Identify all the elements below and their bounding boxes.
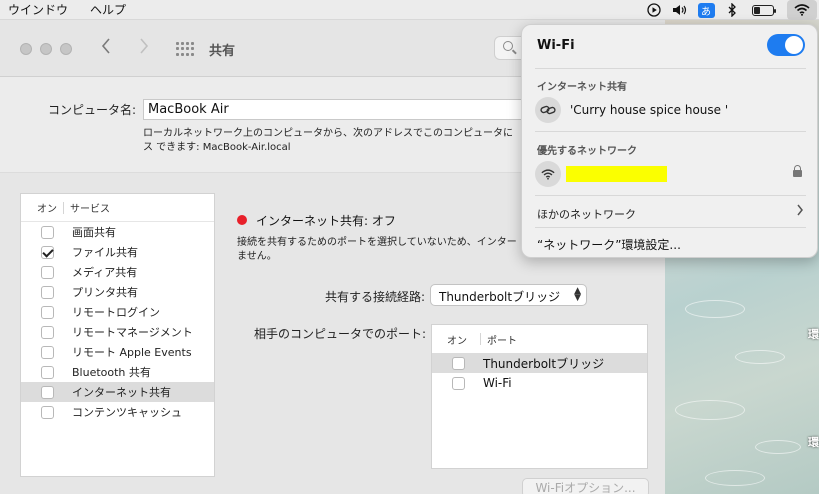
menu-bar: ウインドウ ヘルプ あ <box>0 0 819 20</box>
checkbox[interactable] <box>41 245 54 259</box>
window-title: 共有 <box>209 44 236 59</box>
chevron-left-icon <box>101 38 110 54</box>
ports-list-header: オン ポート <box>432 325 647 353</box>
battery-gauge <box>752 4 776 16</box>
service-status-description: 接続を共有するためのポートを選択していないため、インター ません。 <box>237 237 517 262</box>
show-all-grid-icon[interactable] <box>176 42 194 56</box>
forward-button[interactable] <box>139 36 149 60</box>
wifi-toggle[interactable] <box>767 34 805 56</box>
wifi-icon[interactable] <box>787 0 817 20</box>
hotspot-network-item[interactable]: 'Curry house spice house ' <box>570 103 728 117</box>
port-label: Thunderboltブリッジ <box>483 356 605 371</box>
network-preferences-item[interactable]: “ネットワーク”環境設定... <box>537 236 681 253</box>
wifi-menu-title: Wi-Fi <box>537 38 575 53</box>
menu-window[interactable]: ウインドウ <box>8 1 68 18</box>
chevron-right-icon <box>796 204 804 220</box>
share-from-value: Thunderboltブリッジ <box>439 290 561 304</box>
search-icon <box>503 41 513 51</box>
input-method-icon[interactable]: あ <box>693 0 719 20</box>
wifi-signal-icon <box>535 161 561 187</box>
chevron-right-icon <box>140 38 149 54</box>
service-label: リモート Apple Events <box>72 346 192 359</box>
checkbox[interactable] <box>452 356 465 370</box>
checkbox[interactable] <box>41 365 54 379</box>
battery-fill <box>754 6 761 14</box>
service-row[interactable]: ファイル共有 <box>21 242 214 262</box>
service-label: リモートマネージメント <box>72 326 193 339</box>
checkbox[interactable] <box>452 376 465 390</box>
service-row[interactable]: プリンタ共有 <box>21 282 214 302</box>
redacted-network-name[interactable] <box>566 166 667 182</box>
checkbox[interactable] <box>41 285 54 299</box>
divider <box>535 195 806 196</box>
port-label: Wi-Fi <box>483 376 512 390</box>
service-row[interactable]: リモートマネージメント <box>21 322 214 342</box>
other-networks-item[interactable]: ほかのネットワーク <box>537 206 636 222</box>
divider <box>535 131 806 132</box>
back-button[interactable] <box>101 36 111 60</box>
service-label: Bluetooth 共有 <box>72 366 151 379</box>
lock-icon <box>793 165 802 177</box>
toggle-knob <box>785 36 803 54</box>
service-row[interactable]: リモート Apple Events <box>21 342 214 362</box>
checkbox[interactable] <box>41 325 54 339</box>
computer-name-input[interactable] <box>143 99 523 120</box>
column-header-on: オン <box>37 204 57 215</box>
column-header-on: オン <box>447 335 467 347</box>
port-row[interactable]: Thunderboltブリッジ <box>432 353 647 373</box>
services-list[interactable]: オン サービス 画面共有ファイル共有 メディア共有 プリンタ共有リモートログインリモ… <box>20 193 215 477</box>
preferred-networks-label: 優先するネットワーク <box>537 146 637 157</box>
service-label: プリンタ共有 <box>72 286 138 299</box>
desktop-item-label[interactable]: 環 <box>808 434 819 450</box>
checkbox[interactable] <box>41 405 54 419</box>
service-label: リモートログイン <box>72 306 160 319</box>
service-row[interactable]: リモートログイン <box>21 302 214 322</box>
ports-label: 相手のコンピュータでのポート: <box>254 327 427 341</box>
service-label: ファイル共有 <box>72 246 138 259</box>
service-row[interactable]: 画面共有 <box>21 222 214 242</box>
checkbox[interactable] <box>41 305 54 319</box>
divider <box>535 227 806 228</box>
hotspot-link-icon <box>535 97 561 123</box>
checkbox[interactable] <box>41 225 54 239</box>
menu-help[interactable]: ヘルプ <box>90 1 126 18</box>
ports-list[interactable]: オン ポート Thunderboltブリッジ Wi-Fi <box>431 324 648 469</box>
services-list-header: オン サービス <box>21 194 214 222</box>
minimize-button[interactable] <box>40 43 52 55</box>
wifi-options-button[interactable]: Wi-Fiオプション... <box>522 478 649 494</box>
status-indicator-dot <box>237 215 247 225</box>
service-row[interactable]: コンテンツキャッシュ <box>21 402 214 422</box>
updown-chevron-icon: ▲ ▼ <box>574 286 581 303</box>
battery-icon[interactable] <box>745 0 781 20</box>
computer-name-label: コンピュータ名: <box>48 103 137 117</box>
port-row[interactable]: Wi-Fi <box>432 373 647 393</box>
menu-bar-extras: あ <box>641 0 819 20</box>
share-from-label: 共有する接続経路: <box>325 290 426 304</box>
column-header-service: サービス <box>70 204 110 215</box>
service-label: コンテンツキャッシュ <box>72 406 182 419</box>
speaker-volume-icon[interactable] <box>667 0 693 20</box>
checkbox[interactable] <box>41 345 54 359</box>
service-row[interactable]: メディア共有 <box>21 262 214 282</box>
checkbox[interactable] <box>41 265 54 279</box>
close-button[interactable] <box>20 43 32 55</box>
bluetooth-icon[interactable] <box>719 0 745 20</box>
share-from-select[interactable]: Thunderboltブリッジ ▲ ▼ <box>430 284 587 306</box>
column-header-port: ポート <box>487 335 517 347</box>
divider <box>535 68 806 69</box>
checkbox[interactable] <box>41 385 54 399</box>
input-method-badge: あ <box>697 2 715 18</box>
service-row[interactable]: Bluetooth 共有 <box>21 362 214 382</box>
play-circle-icon[interactable] <box>641 0 667 20</box>
service-label: メディア共有 <box>72 266 138 279</box>
zoom-button[interactable] <box>60 43 72 55</box>
service-label: インターネット共有 <box>72 386 171 399</box>
service-label: 画面共有 <box>72 226 116 239</box>
wifi-menu-popover: Wi-Fi インターネット共有 'Curry house spice house… <box>521 24 818 258</box>
desktop-item-label[interactable]: 環 <box>808 326 819 342</box>
hotspot-section-label: インターネット共有 <box>537 82 627 93</box>
computer-name-description: ローカルネットワーク上のコンピュータから、次のアドレスでこのコンピュータに ス … <box>143 128 513 153</box>
service-row[interactable]: インターネット共有 <box>21 382 214 402</box>
service-status: インターネット共有: オフ <box>256 214 396 228</box>
